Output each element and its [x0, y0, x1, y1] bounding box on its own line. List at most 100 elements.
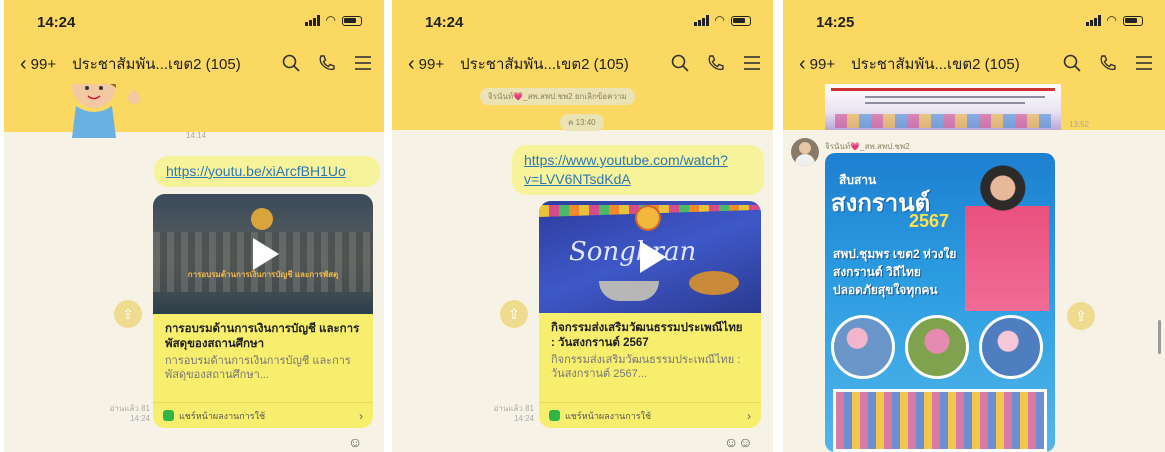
search-icon[interactable] [671, 54, 689, 72]
play-icon[interactable] [253, 238, 279, 270]
avatar[interactable] [791, 138, 819, 166]
share-icon[interactable]: ⇪ [114, 300, 142, 328]
previous-image-time: 13:52 [1069, 120, 1090, 129]
phone-icon[interactable] [707, 54, 725, 72]
message-time: 14:24 [129, 414, 150, 423]
video-thumbnail[interactable]: การอบรมด้านการเงินการบัญชี และการพัสดุ [153, 194, 373, 314]
header-actions [1063, 54, 1153, 72]
reaction-icon[interactable]: ☺☺ [724, 434, 753, 450]
back-button[interactable]: ‹ 99+ [408, 54, 444, 74]
system-icons: ◠ [304, 13, 362, 27]
read-status: อ่านแล้ว 81 [493, 404, 534, 413]
system-message-area: จิรนันท์💗_สพ.สพป.ชพ2 ยกเลิกข้อความ ค 13:… [392, 84, 773, 131]
chat-title: ประชาสัมพัน...เขต2 (105) [460, 56, 629, 73]
poster-photo-2 [905, 315, 969, 379]
status-bar: 14:24 ◠ [392, 0, 773, 44]
bowl-graphic [599, 281, 659, 301]
chat-header: ‹ 99+ ประชาสัมพัน...เขต2 (105) [392, 44, 773, 84]
emblem-icon [251, 208, 273, 230]
status-time: 14:24 [37, 14, 76, 31]
unread-count: 99+ [418, 55, 445, 73]
previous-image-area: 13:52 [783, 84, 1165, 130]
message-time: 14:24 [513, 414, 534, 423]
status-bar: 14:24 ◠ [4, 0, 384, 44]
status-bar: 14:25 ◠ [783, 0, 1165, 44]
back-button[interactable]: ‹ 99+ [799, 54, 835, 74]
wifi-icon: ◠ [714, 13, 725, 27]
battery-icon [342, 15, 362, 26]
system-icons: ◠ [693, 13, 751, 27]
search-icon[interactable] [1063, 54, 1081, 72]
card-title: การอบรมด้านการเงินการบัญชี และการพัสดุขอ… [165, 323, 360, 350]
search-icon[interactable] [282, 54, 300, 72]
card-description: การอบรมด้านการเงินการบัญชี และการพัสดุขอ… [165, 355, 351, 381]
menu-icon[interactable] [354, 55, 372, 71]
chat-header: ‹ 99+ ประชาสัมพัน...เขต2 (105) [4, 44, 384, 84]
previous-image[interactable] [825, 84, 1061, 130]
unread-count: 99+ [30, 55, 57, 73]
video-thumbnail[interactable]: Songkran [539, 201, 761, 313]
poster-year: 2567 [909, 211, 950, 231]
card-footer[interactable]: แชร์หน้าผลงานการใช้ › [153, 402, 373, 428]
card-footer-label: แชร์หน้าผลงานการใช้ [179, 410, 266, 421]
chevron-right-icon: › [747, 408, 751, 423]
chat-screen-1: 14:24 ◠ ‹ 99+ ประชาสัมพัน...เขต2 (105) 1… [4, 0, 384, 452]
app-icon [549, 410, 560, 421]
link-message[interactable]: https://youtu.be/xiArcfBH1Uo [154, 156, 380, 187]
chat-header: ‹ 99+ ประชาสัมพัน...เขต2 (105) [783, 44, 1165, 84]
sticker-area [4, 84, 384, 138]
sticker-image [72, 84, 140, 138]
chat-title: ประชาสัมพัน...เขต2 (105) [72, 56, 241, 73]
phone-icon[interactable] [318, 54, 336, 72]
system-message: จิรนันท์💗_สพ.สพป.ชพ2 ยกเลิกข้อความ [480, 88, 635, 105]
poster-group-photo [833, 389, 1047, 452]
play-icon[interactable] [640, 241, 666, 273]
basket-graphic [689, 271, 739, 295]
emblem-icon [635, 205, 661, 231]
read-status: อ่านแล้ว 81 [109, 404, 150, 413]
chevron-left-icon: ‹ [408, 53, 415, 75]
card-description: กิจกรรมส่งเสริมวัฒนธรรมประเพณีไทย : วันส… [551, 354, 741, 380]
wifi-icon: ◠ [325, 13, 336, 27]
wifi-icon: ◠ [1106, 13, 1117, 27]
songkran-poster[interactable]: สืบสาน สงกรานต์ 2567 สพป.ชุมพร เขต2 ห่วง… [825, 153, 1055, 452]
system-icons: ◠ [1085, 13, 1143, 27]
chat-title: ประชาสัมพัน...เขต2 (105) [851, 56, 1020, 73]
card-title: กิจกรรมส่งเสริมวัฒนธรรมประเพณีไทย : วันส… [551, 322, 743, 349]
sticker-time: 14:14 [186, 131, 207, 140]
poster-photo-3 [979, 315, 1043, 379]
header-actions [671, 54, 761, 72]
share-icon[interactable]: ⇪ [1067, 302, 1095, 330]
battery-icon [1123, 15, 1143, 26]
menu-icon[interactable] [743, 55, 761, 71]
header-actions [282, 54, 372, 72]
reaction-icon[interactable]: ☺ [348, 434, 362, 450]
poster-woman-image [965, 161, 1049, 311]
thumbnail-caption: Songkran [569, 237, 697, 267]
link-preview-card[interactable]: การอบรมด้านการเงินการบัญชี และการพัสดุ ก… [153, 194, 373, 428]
phone-icon[interactable] [1099, 54, 1117, 72]
sender-name: จิรนันท์💗_สพ.สพป.ชพ2 [825, 142, 910, 151]
message-meta: อ่านแล้ว 81 14:24 [484, 404, 534, 424]
signal-icon [304, 15, 320, 26]
poster-line-2: สงกรานต์ วิถีไทย [833, 265, 921, 279]
chat-screen-3: 14:25 ◠ ‹ 99+ ประชาสัมพัน...เขต2 (105) 1… [783, 0, 1165, 452]
poster-line-3: ปลอดภัยสุขใจทุกคน [833, 283, 938, 297]
chevron-left-icon: ‹ [20, 53, 27, 75]
scrollbar[interactable] [1158, 320, 1161, 354]
poster-line-1: สพป.ชุมพร เขต2 ห่วงใย [833, 247, 957, 261]
battery-icon [731, 15, 751, 26]
status-time: 14:24 [425, 14, 464, 31]
card-footer-label: แชร์หน้าผลงานการใช้ [565, 410, 652, 421]
chat-screen-2: 14:24 ◠ ‹ 99+ ประชาสัมพัน...เขต2 (105) จ… [392, 0, 773, 452]
signal-icon [1085, 15, 1101, 26]
app-icon [163, 410, 174, 421]
menu-icon[interactable] [1135, 55, 1153, 71]
chevron-right-icon: › [359, 408, 363, 423]
back-button[interactable]: ‹ 99+ [20, 54, 56, 74]
status-time: 14:25 [816, 14, 855, 31]
link-preview-card[interactable]: Songkran กิจกรรมส่งเสริมวัฒนธรรมประเพณีไ… [539, 201, 761, 428]
share-icon[interactable]: ⇪ [500, 300, 528, 328]
link-message[interactable]: https://www.youtube.com/watch?v=LVV6NTsd… [512, 145, 764, 195]
card-footer[interactable]: แชร์หน้าผลงานการใช้ › [539, 402, 761, 428]
